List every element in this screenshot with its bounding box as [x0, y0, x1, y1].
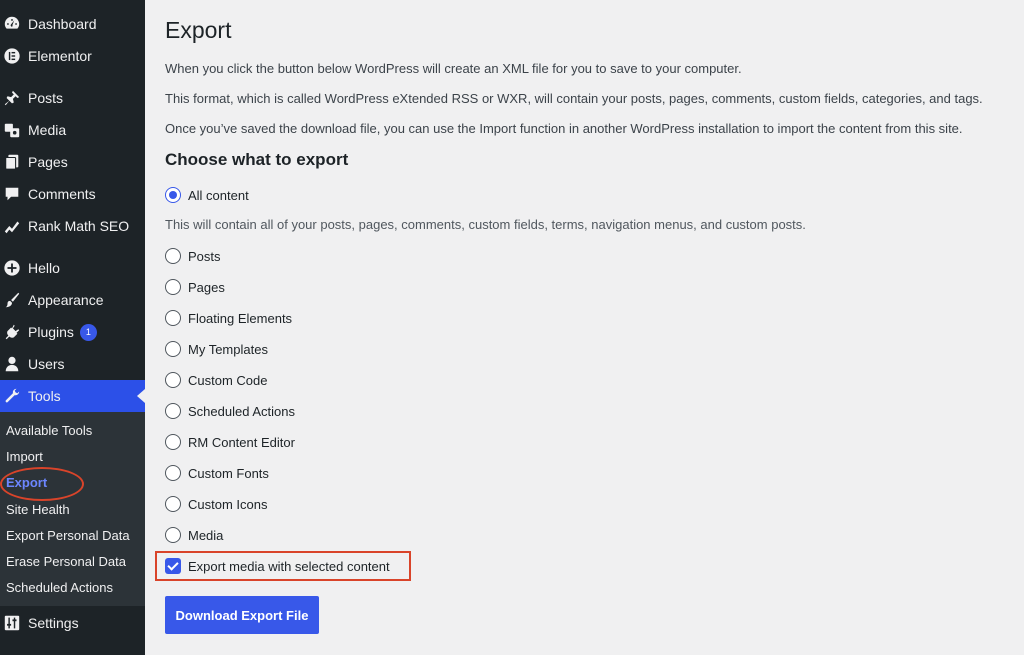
tools-submenu: Available Tools Import Export Site Healt… [0, 412, 145, 606]
export-highlight-annotation [0, 467, 84, 501]
radio-button[interactable] [165, 403, 181, 419]
main-content: Export When you click the button below W… [155, 0, 1024, 655]
sidebar-item-hello[interactable]: Hello [0, 252, 145, 284]
sidebar-item-label: Appearance [28, 292, 104, 308]
radio-custom-code[interactable]: Custom Code [165, 371, 267, 389]
radio-button[interactable] [165, 496, 181, 512]
submenu-item-scheduled-actions[interactable]: Scheduled Actions [6, 575, 113, 601]
radio-label: Custom Fonts [188, 465, 269, 481]
intro-paragraph: When you click the button below WordPres… [165, 61, 742, 76]
sidebar-item-settings[interactable]: Settings [0, 607, 145, 639]
radio-button[interactable] [165, 372, 181, 388]
sidebar-item-dashboard[interactable]: Dashboard [0, 8, 145, 40]
radio-label: My Templates [188, 341, 268, 357]
radio-scheduled-actions[interactable]: Scheduled Actions [165, 402, 295, 420]
radio-label: Media [188, 527, 224, 543]
plug-icon [3, 323, 21, 341]
sliders-icon [3, 614, 21, 632]
radio-all-content[interactable]: All content [165, 186, 249, 204]
submenu-item-erase-personal-data[interactable]: Erase Personal Data [6, 549, 126, 575]
media-icon [3, 121, 21, 139]
sidebar-item-posts[interactable]: Posts [0, 82, 145, 114]
all-content-description: This will contain all of your posts, pag… [165, 217, 806, 232]
radio-button[interactable] [165, 341, 181, 357]
sidebar-item-tools[interactable]: Tools [0, 380, 145, 412]
radio-button[interactable] [165, 279, 181, 295]
radio-label: All content [188, 187, 249, 203]
intro-paragraph: Once you’ve saved the download file, you… [165, 121, 963, 136]
radio-media[interactable]: Media [165, 526, 223, 544]
sidebar-item-label: Dashboard [28, 16, 97, 32]
sidebar-item-users[interactable]: Users [0, 348, 145, 380]
plugins-update-badge: 1 [79, 323, 97, 341]
checkbox-label: Export media with selected content [188, 558, 390, 574]
radio-button[interactable] [165, 465, 181, 481]
admin-sidebar: Dashboard Elementor Posts Media Pages Co… [0, 0, 145, 655]
sidebar-item-label: Posts [28, 90, 64, 106]
page-title: Export [165, 17, 232, 43]
sidebar-item-label: Elementor [28, 48, 92, 64]
radio-custom-fonts[interactable]: Custom Fonts [165, 464, 269, 482]
radio-custom-icons[interactable]: Custom Icons [165, 495, 267, 513]
sidebar-item-label: Comments [28, 186, 96, 202]
export-media-checkbox-row[interactable]: Export media with selected content [165, 557, 390, 575]
sidebar-item-label: Pages [28, 154, 68, 170]
radio-label: RM Content Editor [188, 434, 295, 450]
comment-icon [3, 185, 21, 203]
radio-label: Scheduled Actions [188, 403, 295, 419]
sidebar-item-label: Hello [28, 260, 60, 276]
radio-posts[interactable]: Posts [165, 247, 221, 265]
radio-label: Custom Code [188, 372, 268, 388]
export-media-checkbox[interactable] [165, 558, 181, 574]
sidebar-item-label: Settings [28, 615, 79, 631]
radio-label: Custom Icons [188, 496, 268, 512]
plus-circle-icon [3, 259, 21, 277]
pages-icon [3, 153, 21, 171]
user-icon [3, 355, 21, 373]
sidebar-item-plugins[interactable]: Plugins 1 [0, 316, 145, 348]
section-title: Choose what to export [165, 150, 349, 169]
sidebar-item-label: Media [28, 122, 67, 138]
radio-button[interactable] [165, 310, 181, 326]
chart-icon [3, 217, 21, 235]
wrench-icon [3, 387, 21, 405]
sidebar-item-media[interactable]: Media [0, 114, 145, 146]
radio-button[interactable] [165, 248, 181, 264]
sidebar-item-elementor[interactable]: Elementor [0, 40, 145, 72]
radio-pages[interactable]: Pages [165, 278, 225, 296]
sidebar-item-rank-math-seo[interactable]: Rank Math SEO [0, 210, 145, 242]
sidebar-item-label: Users [28, 356, 65, 372]
radio-my-templates[interactable]: My Templates [165, 340, 268, 358]
radio-label: Floating Elements [188, 310, 293, 326]
radio-button[interactable] [165, 527, 181, 543]
radio-label: Posts [188, 248, 221, 264]
submenu-item-export-personal-data[interactable]: Export Personal Data [6, 523, 130, 549]
sidebar-item-label: Rank Math SEO [28, 218, 130, 234]
dashboard-icon [3, 15, 21, 33]
sidebar-item-pages[interactable]: Pages [0, 146, 145, 178]
sidebar-item-comments[interactable]: Comments [0, 178, 145, 210]
radio-rm-content-editor[interactable]: RM Content Editor [165, 433, 295, 451]
radio-button[interactable] [165, 187, 181, 203]
brush-icon [3, 291, 21, 309]
pin-icon [3, 89, 21, 107]
sidebar-item-label: Plugins [28, 324, 74, 340]
submenu-item-available-tools[interactable]: Available Tools [6, 418, 92, 444]
radio-label: Pages [188, 279, 225, 295]
sidebar-item-label: Tools [28, 388, 61, 404]
intro-paragraph: This format, which is called WordPress e… [165, 91, 983, 106]
radio-button[interactable] [165, 434, 181, 450]
radio-floating-elements[interactable]: Floating Elements [165, 309, 292, 327]
elementor-icon [3, 47, 21, 65]
download-export-button[interactable]: Download Export File [165, 596, 319, 634]
sidebar-item-appearance[interactable]: Appearance [0, 284, 145, 316]
